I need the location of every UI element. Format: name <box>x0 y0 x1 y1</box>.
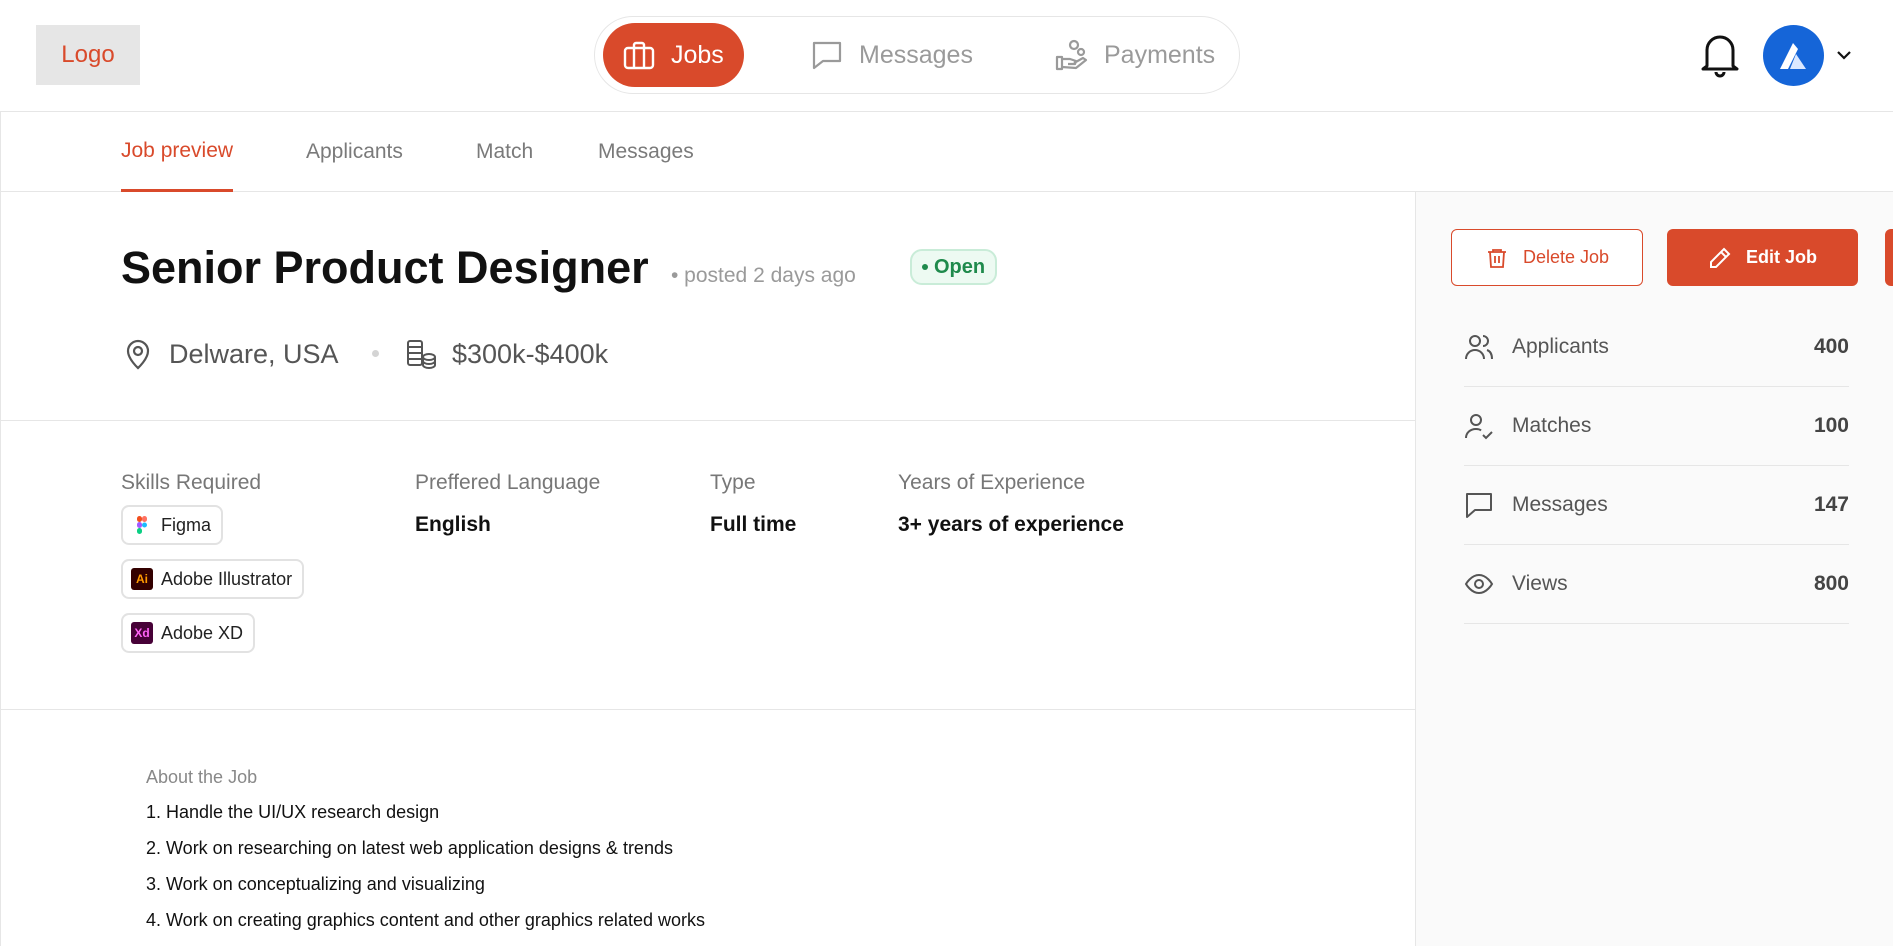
chevron-down-icon[interactable] <box>1833 44 1855 66</box>
users-icon <box>1465 335 1493 360</box>
more-actions-button[interactable] <box>1885 229 1893 286</box>
skill-figma: Figma <box>121 505 224 545</box>
bell-icon[interactable] <box>1698 30 1742 78</box>
trash-icon <box>1487 248 1506 268</box>
nav-payments[interactable]: Payments <box>1054 23 1215 87</box>
stat-value: 147 <box>1813 493 1849 516</box>
company-logo-icon <box>1779 42 1806 69</box>
nav-payments-label: Payments <box>1104 40 1216 69</box>
experience-label: Years of Experience <box>898 471 1086 494</box>
about-line: 3. Work on conceptualizing and visualizi… <box>146 874 485 894</box>
skill-label: Adobe Illustrator <box>161 568 293 589</box>
stat-applicants[interactable]: Applicants 400 <box>1464 308 1849 387</box>
delete-job-label: Delete Job <box>1522 247 1610 267</box>
tab-bar: Job preview Applicants Match Messages <box>0 112 1893 192</box>
delete-job-button[interactable]: Delete Job <box>1451 229 1643 286</box>
edit-job-button[interactable]: Edit Job <box>1667 229 1858 286</box>
tab-applicants[interactable]: Applicants <box>306 112 403 192</box>
map-pin-icon <box>126 339 150 370</box>
stat-messages[interactable]: Messages 147 <box>1464 466 1849 545</box>
side-panel: Delete Job Edit Job Applicants 400 Match… <box>1415 192 1893 946</box>
type-value: Full time <box>710 513 797 536</box>
skills-label: Skills Required <box>121 471 262 494</box>
skill-xd: Xd Adobe XD <box>121 613 256 653</box>
language-label: Preffered Language <box>415 471 601 494</box>
about-line: 4. Work on creating graphics content and… <box>146 910 705 930</box>
stat-label: Applicants <box>1512 335 1609 358</box>
avatar[interactable] <box>1763 25 1824 86</box>
stat-views[interactable]: Views 800 <box>1464 545 1849 624</box>
figma-icon <box>137 516 147 534</box>
language-value: English <box>415 513 491 536</box>
job-details: Skills Required Figma Ai Adobe Illustrat… <box>1 421 1416 710</box>
type-label: Type <box>710 471 756 494</box>
about-line: 2. Work on researching on latest web app… <box>146 838 673 858</box>
nav-messages-label: Messages <box>859 40 973 69</box>
meta-separator <box>372 350 379 357</box>
about-line: 1. Handle the UI/UX research design <box>146 802 440 822</box>
main-nav: Jobs Messages Payments <box>594 16 1240 94</box>
job-salary: $300k-$400k <box>404 332 608 376</box>
stat-matches[interactable]: Matches 100 <box>1464 387 1849 466</box>
eye-icon <box>1464 573 1494 595</box>
hand-coins-icon <box>1055 39 1088 71</box>
tab-messages[interactable]: Messages <box>598 112 694 192</box>
job-header: Senior Product Designer • posted 2 days … <box>1 192 1416 421</box>
stat-label: Views <box>1512 572 1568 595</box>
nav-jobs[interactable]: Jobs <box>603 23 744 87</box>
experience-value: 3+ years of experience <box>898 513 1124 536</box>
skill-illustrator: Ai Adobe Illustrator <box>121 559 305 599</box>
message-icon <box>1466 493 1492 518</box>
edit-job-label: Edit Job <box>1746 247 1817 267</box>
skill-label: Figma <box>161 514 212 535</box>
user-check-icon <box>1465 414 1493 440</box>
status-label: Open <box>934 255 986 278</box>
nav-jobs-label: Jobs <box>671 40 724 69</box>
location-text: Delware, USA <box>169 338 339 369</box>
pencil-icon <box>1710 247 1731 268</box>
xd-icon: Xd <box>131 622 153 644</box>
tab-job-preview[interactable]: Job preview <box>121 112 234 192</box>
job-content: Senior Product Designer • posted 2 days … <box>0 192 1416 946</box>
stat-value: 800 <box>1813 572 1849 595</box>
top-bar: Logo Jobs Messages Payments <box>0 0 1893 112</box>
logo[interactable]: Logo <box>36 25 140 85</box>
status-dot <box>922 264 928 270</box>
tab-match[interactable]: Match <box>476 112 533 192</box>
posted-time: • posted 2 days ago <box>671 264 856 287</box>
message-icon <box>812 41 842 70</box>
about-title: About the Job <box>146 767 258 787</box>
job-title: Senior Product Designer <box>121 242 649 293</box>
salary-text: $300k-$400k <box>452 338 609 369</box>
job-location: Delware, USA <box>121 332 339 376</box>
stat-value: 400 <box>1813 335 1849 358</box>
status-badge: Open <box>910 249 998 285</box>
briefcase-icon <box>623 41 655 70</box>
about-section: About the Job 1. Handle the UI/UX resear… <box>1 710 1416 946</box>
stat-value: 100 <box>1813 414 1849 437</box>
illustrator-icon: Ai <box>131 568 153 590</box>
coins-icon <box>407 340 436 370</box>
skill-label: Adobe XD <box>161 622 244 643</box>
nav-messages[interactable]: Messages <box>809 23 973 87</box>
stat-label: Messages <box>1512 493 1608 516</box>
stat-label: Matches <box>1512 414 1592 437</box>
